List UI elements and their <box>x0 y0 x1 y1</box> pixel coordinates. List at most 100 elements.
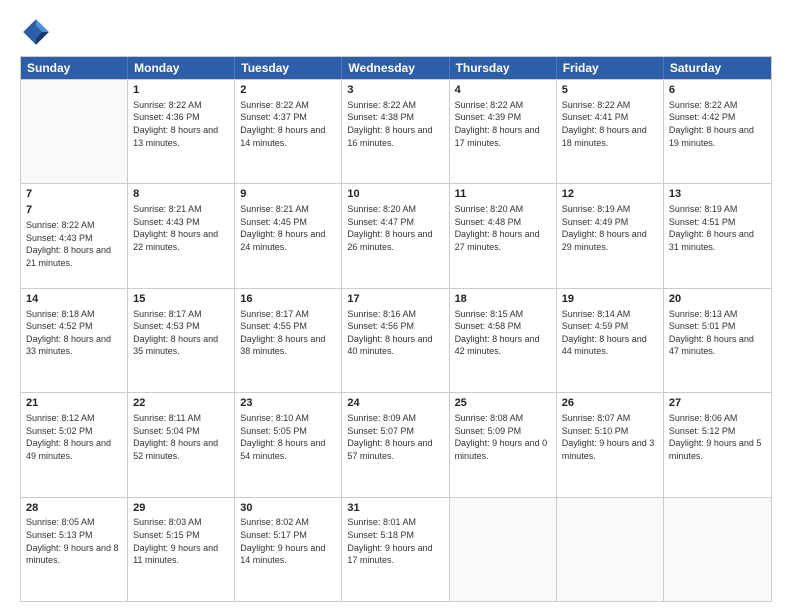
day-info: Sunrise: 8:22 AM Sunset: 4:37 PM Dayligh… <box>240 99 336 149</box>
day-number: 10 <box>347 187 443 202</box>
day-number: 8 <box>133 187 229 202</box>
calendar-header-row: SundayMondayTuesdayWednesdayThursdayFrid… <box>21 57 771 79</box>
day-info: Sunrise: 8:19 AM Sunset: 4:49 PM Dayligh… <box>562 203 658 253</box>
day-info: Sunrise: 8:01 AM Sunset: 5:18 PM Dayligh… <box>347 516 443 566</box>
week-row-2: 77Sunrise: 8:22 AM Sunset: 4:43 PM Dayli… <box>21 183 771 287</box>
cal-cell: 27Sunrise: 8:06 AM Sunset: 5:12 PM Dayli… <box>664 393 771 496</box>
cal-cell: 4Sunrise: 8:22 AM Sunset: 4:39 PM Daylig… <box>450 80 557 183</box>
cal-cell: 18Sunrise: 8:15 AM Sunset: 4:58 PM Dayli… <box>450 289 557 392</box>
day-number: 17 <box>347 292 443 307</box>
header-cell-saturday: Saturday <box>664 57 771 79</box>
cal-cell: 6Sunrise: 8:22 AM Sunset: 4:42 PM Daylig… <box>664 80 771 183</box>
day-info: Sunrise: 8:07 AM Sunset: 5:10 PM Dayligh… <box>562 412 658 462</box>
cal-cell: 20Sunrise: 8:13 AM Sunset: 5:01 PM Dayli… <box>664 289 771 392</box>
day-info: Sunrise: 8:10 AM Sunset: 5:05 PM Dayligh… <box>240 412 336 462</box>
header-cell-tuesday: Tuesday <box>235 57 342 79</box>
page: SundayMondayTuesdayWednesdayThursdayFrid… <box>0 0 792 612</box>
day-info: Sunrise: 8:02 AM Sunset: 5:17 PM Dayligh… <box>240 516 336 566</box>
day-info: Sunrise: 8:08 AM Sunset: 5:09 PM Dayligh… <box>455 412 551 462</box>
cal-cell: 16Sunrise: 8:17 AM Sunset: 4:55 PM Dayli… <box>235 289 342 392</box>
day-info: Sunrise: 8:17 AM Sunset: 4:53 PM Dayligh… <box>133 308 229 358</box>
day-info: Sunrise: 8:13 AM Sunset: 5:01 PM Dayligh… <box>669 308 766 358</box>
cal-cell: 17Sunrise: 8:16 AM Sunset: 4:56 PM Dayli… <box>342 289 449 392</box>
day-info: Sunrise: 8:18 AM Sunset: 4:52 PM Dayligh… <box>26 308 122 358</box>
cal-cell: 31Sunrise: 8:01 AM Sunset: 5:18 PM Dayli… <box>342 498 449 601</box>
header-cell-monday: Monday <box>128 57 235 79</box>
cal-cell <box>21 80 128 183</box>
day-info: Sunrise: 8:09 AM Sunset: 5:07 PM Dayligh… <box>347 412 443 462</box>
cal-cell: 5Sunrise: 8:22 AM Sunset: 4:41 PM Daylig… <box>557 80 664 183</box>
cal-cell: 13Sunrise: 8:19 AM Sunset: 4:51 PM Dayli… <box>664 184 771 287</box>
day-number: 12 <box>562 187 658 202</box>
day-info: Sunrise: 8:05 AM Sunset: 5:13 PM Dayligh… <box>26 516 122 566</box>
day-number: 18 <box>455 292 551 307</box>
day-info: Sunrise: 8:06 AM Sunset: 5:12 PM Dayligh… <box>669 412 766 462</box>
day-number: 11 <box>455 187 551 202</box>
cal-cell: 15Sunrise: 8:17 AM Sunset: 4:53 PM Dayli… <box>128 289 235 392</box>
day-number: 29 <box>133 501 229 516</box>
day-number: 24 <box>347 396 443 411</box>
day-number: 4 <box>455 83 551 98</box>
cal-cell: 3Sunrise: 8:22 AM Sunset: 4:38 PM Daylig… <box>342 80 449 183</box>
day-number: 27 <box>669 396 766 411</box>
day-info: Sunrise: 8:17 AM Sunset: 4:55 PM Dayligh… <box>240 308 336 358</box>
cal-cell: 22Sunrise: 8:11 AM Sunset: 5:04 PM Dayli… <box>128 393 235 496</box>
cal-cell: 29Sunrise: 8:03 AM Sunset: 5:15 PM Dayli… <box>128 498 235 601</box>
day-number: 2 <box>240 83 336 98</box>
day-number: 3 <box>347 83 443 98</box>
day-number: 26 <box>562 396 658 411</box>
day-number: 15 <box>133 292 229 307</box>
day-info: Sunrise: 8:20 AM Sunset: 4:48 PM Dayligh… <box>455 203 551 253</box>
day-info: Sunrise: 8:20 AM Sunset: 4:47 PM Dayligh… <box>347 203 443 253</box>
day-info: Sunrise: 8:22 AM Sunset: 4:38 PM Dayligh… <box>347 99 443 149</box>
cal-cell <box>450 498 557 601</box>
cal-cell: 12Sunrise: 8:19 AM Sunset: 4:49 PM Dayli… <box>557 184 664 287</box>
cal-cell: 1Sunrise: 8:22 AM Sunset: 4:36 PM Daylig… <box>128 80 235 183</box>
cal-cell: 77Sunrise: 8:22 AM Sunset: 4:43 PM Dayli… <box>21 184 128 287</box>
day-number: 28 <box>26 501 122 516</box>
cal-cell: 30Sunrise: 8:02 AM Sunset: 5:17 PM Dayli… <box>235 498 342 601</box>
cal-cell: 2Sunrise: 8:22 AM Sunset: 4:37 PM Daylig… <box>235 80 342 183</box>
day-number: 30 <box>240 501 336 516</box>
day-info: Sunrise: 8:03 AM Sunset: 5:15 PM Dayligh… <box>133 516 229 566</box>
cal-cell: 8Sunrise: 8:21 AM Sunset: 4:43 PM Daylig… <box>128 184 235 287</box>
day-number: 13 <box>669 187 766 202</box>
calendar: SundayMondayTuesdayWednesdayThursdayFrid… <box>20 56 772 602</box>
day-info: Sunrise: 8:22 AM Sunset: 4:43 PM Dayligh… <box>26 219 122 269</box>
day-info: Sunrise: 8:22 AM Sunset: 4:42 PM Dayligh… <box>669 99 766 149</box>
day-number: 6 <box>669 83 766 98</box>
week-row-4: 21Sunrise: 8:12 AM Sunset: 5:02 PM Dayli… <box>21 392 771 496</box>
cal-cell: 14Sunrise: 8:18 AM Sunset: 4:52 PM Dayli… <box>21 289 128 392</box>
cal-cell: 28Sunrise: 8:05 AM Sunset: 5:13 PM Dayli… <box>21 498 128 601</box>
day-info: Sunrise: 8:15 AM Sunset: 4:58 PM Dayligh… <box>455 308 551 358</box>
cal-cell: 21Sunrise: 8:12 AM Sunset: 5:02 PM Dayli… <box>21 393 128 496</box>
day-info: Sunrise: 8:11 AM Sunset: 5:04 PM Dayligh… <box>133 412 229 462</box>
day-info: Sunrise: 8:21 AM Sunset: 4:45 PM Dayligh… <box>240 203 336 253</box>
cal-cell: 23Sunrise: 8:10 AM Sunset: 5:05 PM Dayli… <box>235 393 342 496</box>
cal-cell <box>664 498 771 601</box>
logo <box>20 16 56 48</box>
day-number: 5 <box>562 83 658 98</box>
week-row-1: 1Sunrise: 8:22 AM Sunset: 4:36 PM Daylig… <box>21 79 771 183</box>
day-number: 1 <box>133 83 229 98</box>
day-number: 25 <box>455 396 551 411</box>
cal-cell: 19Sunrise: 8:14 AM Sunset: 4:59 PM Dayli… <box>557 289 664 392</box>
cal-cell <box>557 498 664 601</box>
week-row-3: 14Sunrise: 8:18 AM Sunset: 4:52 PM Dayli… <box>21 288 771 392</box>
header <box>20 16 772 48</box>
day-number: 23 <box>240 396 336 411</box>
day-number: 9 <box>240 187 336 202</box>
day-number: 22 <box>133 396 229 411</box>
logo-icon <box>20 16 52 48</box>
day-info: Sunrise: 8:22 AM Sunset: 4:41 PM Dayligh… <box>562 99 658 149</box>
day-number: 14 <box>26 292 122 307</box>
header-cell-thursday: Thursday <box>450 57 557 79</box>
day-number: 21 <box>26 396 122 411</box>
day-info: Sunrise: 8:16 AM Sunset: 4:56 PM Dayligh… <box>347 308 443 358</box>
header-cell-wednesday: Wednesday <box>342 57 449 79</box>
day-number: 7 <box>26 187 122 202</box>
day-info: Sunrise: 8:21 AM Sunset: 4:43 PM Dayligh… <box>133 203 229 253</box>
day-info: Sunrise: 8:22 AM Sunset: 4:36 PM Dayligh… <box>133 99 229 149</box>
day-info: Sunrise: 8:14 AM Sunset: 4:59 PM Dayligh… <box>562 308 658 358</box>
header-cell-sunday: Sunday <box>21 57 128 79</box>
